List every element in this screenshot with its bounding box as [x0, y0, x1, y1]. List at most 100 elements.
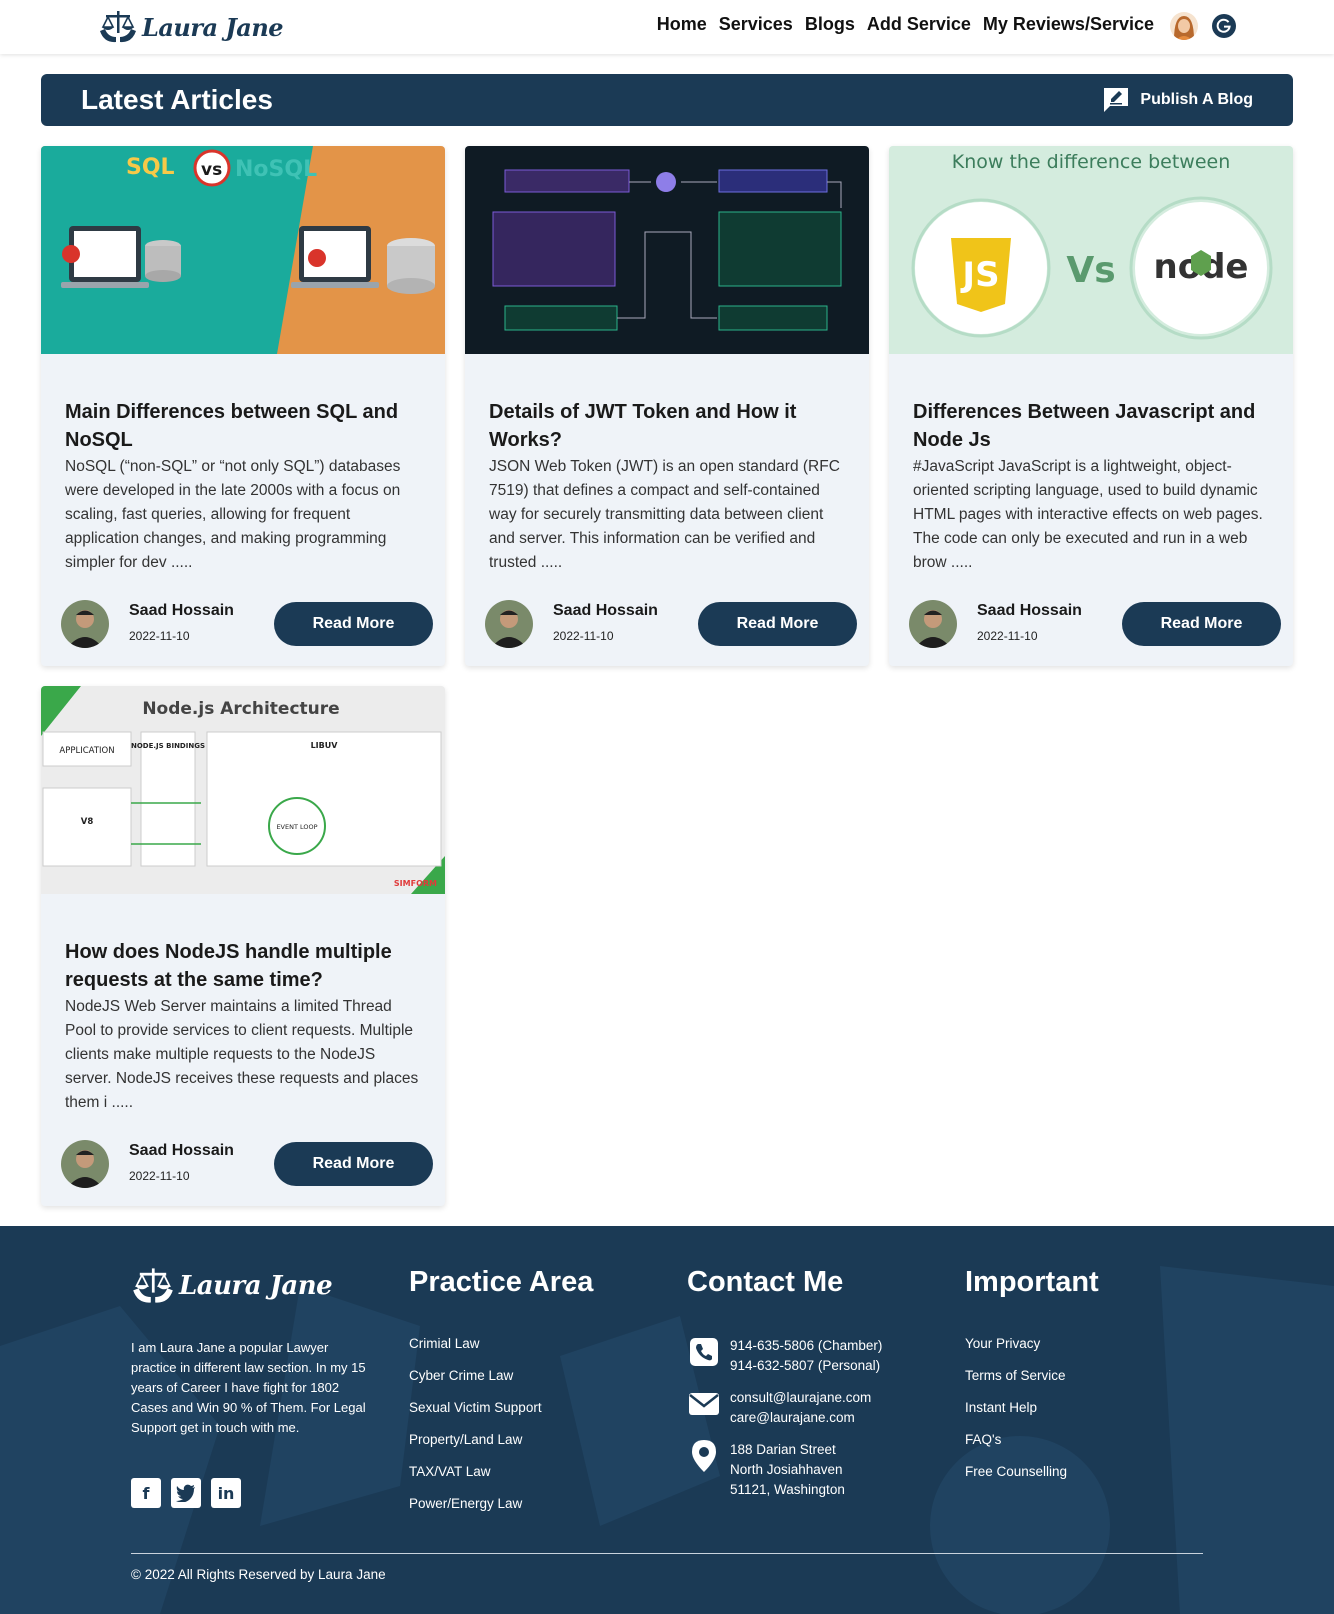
practice-area-list: Crimial Law Cyber Crime Law Sexual Victi… — [409, 1336, 542, 1528]
google-icon[interactable] — [1212, 14, 1236, 38]
important-link[interactable]: Free Counselling — [965, 1464, 1067, 1496]
nav-services[interactable]: Services — [719, 14, 793, 35]
article-excerpt: NodeJS Web Server maintains a limited Th… — [65, 998, 419, 1111]
top-navbar: Laura Jane Home Services Blogs Add Servi… — [0, 0, 1334, 54]
article-title[interactable]: Details of JWT Token and How it Works? — [489, 398, 849, 454]
practice-link[interactable]: Property/Land Law — [409, 1432, 542, 1464]
footer-divider — [131, 1553, 1203, 1554]
important-link[interactable]: Terms of Service — [965, 1368, 1067, 1400]
footer-logo[interactable]: Laura Jane — [131, 1266, 333, 1306]
phone-personal[interactable]: 914-632-5807 (Personal) — [730, 1356, 882, 1376]
address-line: 51121, Washington — [730, 1482, 845, 1497]
article-excerpt: NoSQL (“non-SQL” or “not only SQL”) data… — [65, 458, 401, 571]
social-links: f in — [131, 1478, 241, 1508]
envelope-icon — [688, 1388, 720, 1420]
author-name: Saad Hossain — [129, 602, 234, 619]
facebook-icon[interactable]: f — [131, 1478, 161, 1508]
footer-about-text: I am Laura Jane a popular Lawyer practic… — [131, 1340, 366, 1435]
author-avatar — [61, 600, 109, 648]
publish-blog-button[interactable]: Publish A Blog — [1102, 86, 1253, 114]
contact-phone: 914-635-5806 (Chamber) 914-632-5807 (Per… — [688, 1336, 882, 1376]
article-card: SQL vs NoSQL Main Differences between SQ… — [41, 146, 445, 666]
linkedin-icon[interactable]: in — [211, 1478, 241, 1508]
article-title[interactable]: Differences Between Javascript and Node … — [913, 398, 1273, 454]
post-date: 2022-11-10 — [129, 629, 190, 643]
nav-blogs[interactable]: Blogs — [805, 14, 855, 35]
site-footer: Laura Jane I am Laura Jane a popular Law… — [0, 1226, 1334, 1614]
author-name: Saad Hossain — [977, 602, 1082, 619]
practice-link[interactable]: Sexual Victim Support — [409, 1400, 542, 1432]
article-card: Know the difference between JS Vs node D… — [889, 146, 1293, 666]
address-line: 188 Darian Street — [730, 1442, 836, 1457]
latest-articles-banner: Latest Articles Publish A Blog — [41, 74, 1293, 126]
important-link[interactable]: FAQ's — [965, 1432, 1067, 1464]
contact-address: 188 Darian Street North Josiahhaven 5112… — [688, 1440, 845, 1500]
practice-link[interactable]: Power/Energy Law — [409, 1496, 542, 1528]
read-more-button[interactable]: Read More — [274, 602, 433, 646]
event-loop-label: EVENT LOOP — [276, 823, 317, 831]
article-card: Details of JWT Token and How it Works? J… — [465, 146, 869, 666]
js-logo-text: JS — [960, 255, 999, 295]
libuv-label: LIBUV — [311, 741, 339, 750]
read-more-button[interactable]: Read More — [698, 602, 857, 646]
address-line: North Josiahhaven — [730, 1462, 843, 1477]
scales-of-justice-icon — [100, 11, 136, 43]
email-care[interactable]: care@laurajane.com — [730, 1408, 871, 1428]
practice-link[interactable]: Cyber Crime Law — [409, 1368, 542, 1400]
edit-message-icon — [1104, 88, 1129, 112]
author-avatar — [909, 600, 957, 648]
author-name: Saad Hossain — [129, 1142, 234, 1159]
simform-label: SIMFORM — [394, 879, 437, 888]
post-date: 2022-11-10 — [977, 629, 1038, 643]
twitter-icon[interactable] — [171, 1478, 201, 1508]
article-card: Node.js Architecture APPLICATION V8 NODE… — [41, 686, 445, 1206]
practice-link[interactable]: Crimial Law — [409, 1336, 542, 1368]
brand-logo[interactable]: Laura Jane — [98, 8, 284, 46]
sql-vs-nosql-illustration: SQL vs NoSQL — [41, 146, 445, 354]
nosql-logo-text: NoSQL — [235, 157, 317, 182]
sql-logo-text: SQL — [126, 155, 175, 180]
publish-blog-label: Publish A Blog — [1140, 91, 1253, 108]
important-heading: Important — [965, 1266, 1099, 1298]
nav-menu: Home Services Blogs Add Service My Revie… — [657, 14, 1154, 35]
contact-heading: Contact Me — [687, 1266, 844, 1298]
phone-icon — [688, 1336, 720, 1368]
post-date: 2022-11-10 — [553, 629, 614, 643]
nodejs-architecture-diagram: Node.js Architecture APPLICATION V8 NODE… — [41, 686, 445, 894]
v8-label: V8 — [81, 817, 94, 827]
scales-of-justice-icon — [133, 1268, 173, 1303]
nav-add-service[interactable]: Add Service — [867, 14, 971, 35]
author-avatar — [61, 1140, 109, 1188]
vs-text: Vs — [1066, 250, 1115, 291]
contact-email: consult@laurajane.com care@laurajane.com — [688, 1388, 871, 1428]
copyright-text: © 2022 All Rights Reserved by Laura Jane — [131, 1567, 386, 1582]
page-title: Latest Articles — [81, 84, 273, 115]
important-links-list: Your Privacy Terms of Service Instant He… — [965, 1336, 1067, 1496]
js-vs-node-illustration: Know the difference between JS Vs node — [889, 146, 1293, 354]
important-link[interactable]: Instant Help — [965, 1400, 1067, 1432]
footer-brand-name: Laura Jane — [179, 1271, 333, 1301]
article-excerpt: #JavaScript JavaScript is a lightweight,… — [913, 458, 1263, 571]
post-date: 2022-11-10 — [129, 1169, 190, 1183]
nav-my-reviews[interactable]: My Reviews/Service — [983, 14, 1154, 35]
know-difference-text: Know the difference between — [952, 151, 1231, 173]
practice-area-heading: Practice Area — [409, 1266, 594, 1298]
nav-home[interactable]: Home — [657, 14, 707, 35]
article-title[interactable]: Main Differences between SQL and NoSQL — [65, 398, 425, 454]
important-link[interactable]: Your Privacy — [965, 1336, 1067, 1368]
user-avatar[interactable] — [1170, 12, 1198, 40]
article-excerpt: JSON Web Token (JWT) is an open standard… — [489, 458, 840, 571]
read-more-button[interactable]: Read More — [1122, 602, 1281, 646]
location-pin-icon — [688, 1440, 720, 1472]
email-consult[interactable]: consult@laurajane.com — [730, 1388, 871, 1408]
vs-text: vs — [201, 160, 222, 180]
article-title[interactable]: How does NodeJS handle multiple requests… — [65, 938, 425, 994]
application-label: APPLICATION — [59, 746, 114, 756]
practice-link[interactable]: TAX/VAT Law — [409, 1464, 542, 1496]
jwt-flow-diagram — [465, 146, 869, 354]
bindings-label: NODE.JS BINDINGS — [131, 742, 205, 750]
brand-name: Laura Jane — [142, 12, 284, 42]
diagram-title: Node.js Architecture — [142, 699, 339, 719]
phone-chamber[interactable]: 914-635-5806 (Chamber) — [730, 1336, 882, 1356]
read-more-button[interactable]: Read More — [274, 1142, 433, 1186]
